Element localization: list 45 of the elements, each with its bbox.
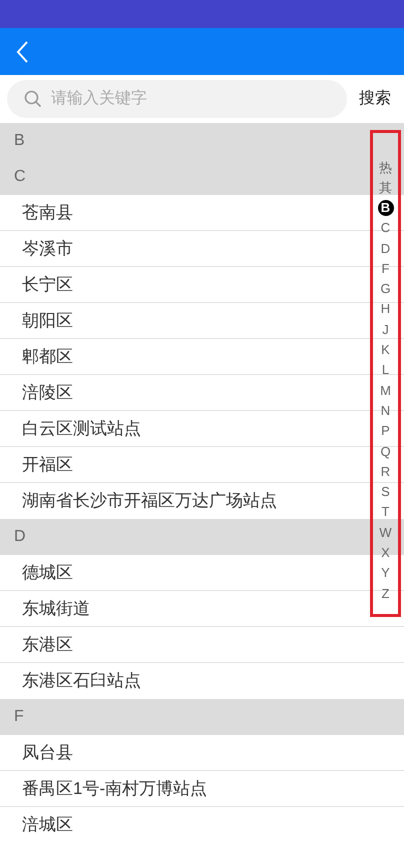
index-letter[interactable]: X xyxy=(381,542,390,563)
list-item[interactable]: 长宁区 xyxy=(22,272,73,298)
section-header: D xyxy=(14,527,26,547)
index-letter[interactable]: N xyxy=(380,400,390,421)
index-letter[interactable]: Q xyxy=(380,440,391,462)
list-item[interactable]: 凤台县 xyxy=(22,740,73,766)
index-letter[interactable]: 热 xyxy=(379,157,392,178)
list-item[interactable]: 东港区 xyxy=(22,632,73,658)
index-letter[interactable]: M xyxy=(380,380,391,400)
index-letter[interactable]: W xyxy=(379,522,392,542)
index-letter[interactable]: H xyxy=(380,298,390,320)
list-item[interactable]: 东城街道 xyxy=(22,596,90,622)
list-item[interactable]: 涪城区 xyxy=(22,812,73,838)
list-item[interactable]: 苍南县 xyxy=(22,200,73,226)
index-letter[interactable]: L xyxy=(382,360,390,380)
index-letter[interactable]: T xyxy=(382,502,390,522)
index-letter[interactable]: S xyxy=(381,481,390,502)
index-letter[interactable]: G xyxy=(380,278,391,299)
search-field[interactable]: 请输入关键字 xyxy=(7,80,347,118)
index-letter[interactable]: 其 xyxy=(379,177,392,198)
search-icon xyxy=(24,90,42,108)
list-item[interactable]: 岑溪市 xyxy=(22,236,73,262)
list-item[interactable]: 朝阳区 xyxy=(22,308,73,334)
index-letter[interactable]: Y xyxy=(381,562,390,583)
index-letter[interactable]: K xyxy=(381,339,390,360)
index-letter[interactable]: C xyxy=(380,218,390,238)
list-item[interactable]: 郫都区 xyxy=(22,344,73,370)
index-letter[interactable]: F xyxy=(382,258,390,278)
list-item[interactable]: 番禺区1号-南村万博站点 xyxy=(22,776,208,802)
list-item[interactable]: 德城区 xyxy=(22,560,73,586)
list-item[interactable]: 开福区 xyxy=(22,452,73,478)
index-letter[interactable]: P xyxy=(381,420,390,441)
list-item[interactable]: 东港区石臼站点 xyxy=(22,668,141,694)
search-button[interactable]: 搜索 xyxy=(359,87,391,111)
index-letter[interactable]: Z xyxy=(382,582,390,604)
list-item[interactable]: 白云区测试站点 xyxy=(22,416,141,442)
index-letter[interactable]: R xyxy=(380,461,390,482)
section-header: F xyxy=(14,707,24,727)
list-item[interactable]: 湖南省长沙市开福区万达广场站点 xyxy=(22,488,277,514)
list-item[interactable]: 涪陵区 xyxy=(22,380,73,406)
index-letter[interactable]: D xyxy=(380,238,390,258)
section-header: C xyxy=(14,167,26,187)
index-letter[interactable]: B xyxy=(378,200,394,216)
index-letter[interactable]: J xyxy=(382,319,389,340)
section-header: B xyxy=(14,131,25,151)
